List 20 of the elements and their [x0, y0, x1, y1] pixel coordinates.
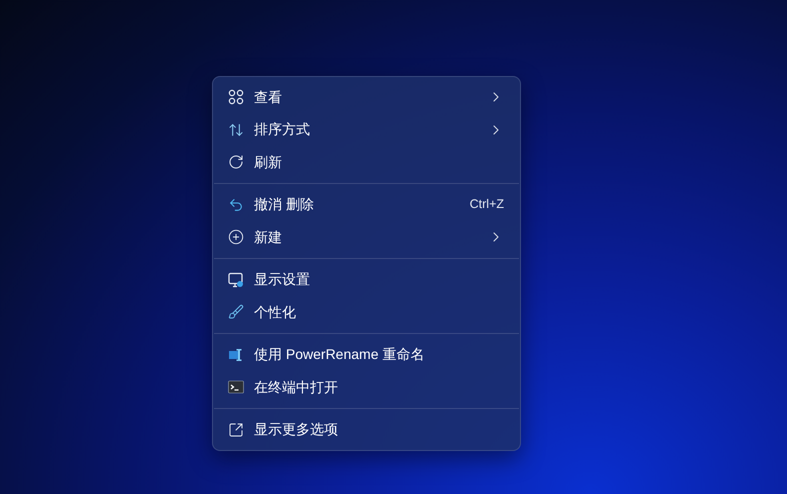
menu-item[interactable]: 使用 PowerRename 重命名 [217, 338, 516, 371]
menu-item[interactable]: 显示设置 [217, 264, 516, 296]
brush-icon [228, 304, 244, 320]
menu-item[interactable]: 查看 [217, 81, 516, 114]
menu-item[interactable]: 排序方式 [217, 114, 516, 146]
rename-icon [228, 346, 244, 363]
menu-item[interactable]: 显示更多选项 [217, 414, 516, 446]
grid-icon [228, 89, 244, 106]
menu-item[interactable]: 新建 [217, 221, 516, 254]
menu-item[interactable]: 刷新 [217, 146, 516, 178]
terminal-icon [228, 379, 244, 396]
menu-item[interactable]: 撤消 删除 Ctrl+Z [217, 188, 516, 221]
shortcut-label: Ctrl+Z [470, 196, 504, 214]
menu-item[interactable]: 个性化 [217, 296, 516, 328]
refresh-icon [228, 154, 244, 170]
open-external-icon [228, 422, 244, 438]
plus-circle-icon [228, 229, 244, 246]
menu-item[interactable]: 在终端中打开 [217, 371, 516, 404]
undo-icon [228, 196, 244, 213]
sort-icon [228, 122, 244, 138]
